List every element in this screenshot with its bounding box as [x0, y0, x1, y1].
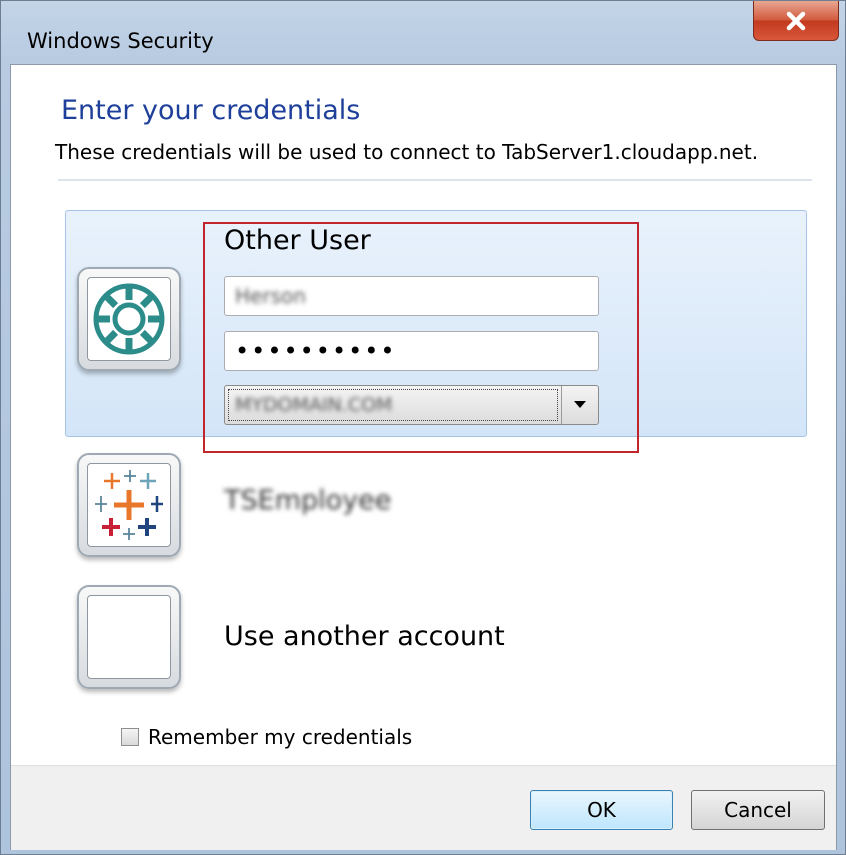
remember-label[interactable]: Remember my credentials [148, 725, 412, 749]
remember-checkbox[interactable] [121, 728, 139, 746]
highlight-box [203, 222, 639, 453]
dialog-body: Enter your credentials These credentials… [10, 64, 837, 850]
tableau-logo-icon [95, 470, 163, 540]
close-button[interactable] [753, 1, 839, 41]
gear-icon [93, 283, 165, 355]
tsemployee-avatar[interactable] [77, 453, 181, 557]
separator [58, 179, 812, 181]
close-icon [786, 11, 806, 30]
title-bar[interactable]: Windows Security [1, 1, 846, 63]
dialog-subtext: These credentials will be used to connec… [55, 140, 759, 164]
button-bar: OK Cancel [11, 765, 836, 850]
dialog-heading: Enter your credentials [61, 95, 361, 126]
cancel-button[interactable]: Cancel [691, 790, 825, 830]
window-title: Windows Security [27, 29, 214, 53]
tsemployee-label: TSEmployee [224, 485, 392, 516]
windows-security-dialog: Windows Security Enter your credentials … [0, 0, 846, 855]
another-account-avatar[interactable] [77, 585, 181, 689]
blank-user-icon [87, 595, 171, 679]
remember-credentials-row[interactable]: Remember my credentials [121, 725, 412, 749]
ok-button[interactable]: OK [530, 790, 673, 830]
other-user-avatar[interactable] [77, 267, 181, 371]
use-another-account-label[interactable]: Use another account [224, 621, 505, 652]
